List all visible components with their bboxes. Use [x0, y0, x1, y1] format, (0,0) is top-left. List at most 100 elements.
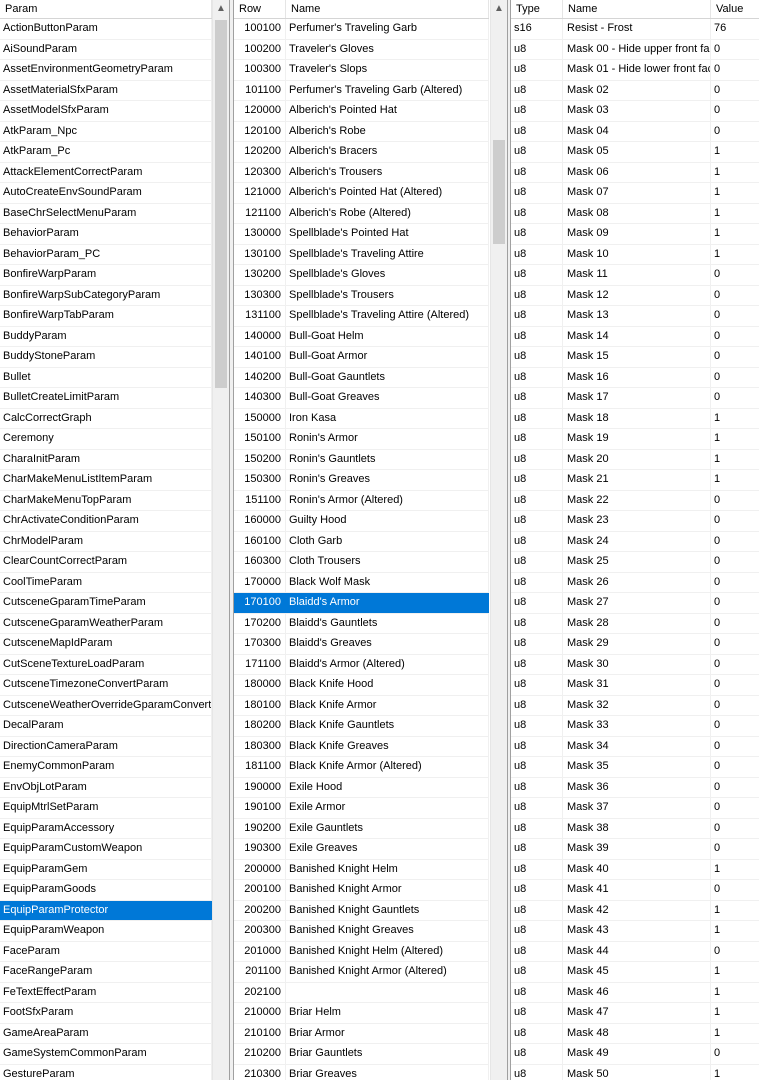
param-list-item[interactable]: ActionButtonParam: [0, 19, 212, 40]
field-value[interactable]: 1: [711, 901, 759, 921]
param-list-item[interactable]: CutsceneWeatherOverrideGparamConvertP...: [0, 695, 212, 716]
param-list-item[interactable]: EquipParamGoods: [0, 880, 212, 901]
param-list-item[interactable]: EquipParamWeapon: [0, 921, 212, 942]
field-value[interactable]: 0: [711, 60, 759, 80]
field-row[interactable]: u8 Mask 41 0: [511, 880, 759, 901]
field-value[interactable]: 0: [711, 40, 759, 60]
param-list-scroll-thumb[interactable]: [215, 20, 227, 388]
field-value[interactable]: 1: [711, 409, 759, 429]
field-value[interactable]: 1: [711, 163, 759, 183]
row-list-item[interactable]: 181100 Black Knife Armor (Altered): [234, 757, 489, 778]
field-value[interactable]: 1: [711, 224, 759, 244]
field-row[interactable]: u8 Mask 02 0: [511, 80, 759, 101]
field-row[interactable]: u8 Mask 23 0: [511, 511, 759, 532]
field-row[interactable]: u8 Mask 39 0: [511, 839, 759, 860]
field-value[interactable]: 0: [711, 347, 759, 367]
param-list-item[interactable]: AttackElementCorrectParam: [0, 162, 212, 183]
row-list-item[interactable]: 180100 Black Knife Armor: [234, 695, 489, 716]
param-list-item[interactable]: EnemyCommonParam: [0, 757, 212, 778]
field-row[interactable]: u8 Mask 27 0: [511, 593, 759, 614]
field-value[interactable]: 0: [711, 655, 759, 675]
value-column-header[interactable]: Value: [711, 0, 759, 18]
field-row[interactable]: u8 Mask 45 1: [511, 962, 759, 983]
row-list-scrollbar[interactable]: ▲: [490, 0, 507, 1080]
field-row[interactable]: u8 Mask 48 1: [511, 1023, 759, 1044]
row-list-item[interactable]: 201100 Banished Knight Armor (Altered): [234, 962, 489, 983]
field-value[interactable]: 0: [711, 388, 759, 408]
param-list-item[interactable]: EquipParamAccessory: [0, 818, 212, 839]
param-list-item[interactable]: EquipParamGem: [0, 859, 212, 880]
row-list-item[interactable]: 130000 Spellblade's Pointed Hat: [234, 224, 489, 245]
row-list-item[interactable]: 170200 Blaidd's Gauntlets: [234, 613, 489, 634]
field-row[interactable]: u8 Mask 28 0: [511, 613, 759, 634]
row-list-item[interactable]: 121000 Alberich's Pointed Hat (Altered): [234, 183, 489, 204]
field-value[interactable]: 0: [711, 81, 759, 101]
field-row[interactable]: u8 Mask 46 1: [511, 982, 759, 1003]
field-value[interactable]: 0: [711, 839, 759, 859]
param-list-item[interactable]: Ceremony: [0, 429, 212, 450]
field-row[interactable]: u8 Mask 10 1: [511, 244, 759, 265]
field-row[interactable]: u8 Mask 07 1: [511, 183, 759, 204]
row-list-item[interactable]: 210300 Briar Greaves: [234, 1064, 489, 1080]
field-row[interactable]: u8 Mask 35 0: [511, 757, 759, 778]
field-value[interactable]: 0: [711, 286, 759, 306]
row-list-item[interactable]: 150200 Ronin's Gauntlets: [234, 449, 489, 470]
row-list-item[interactable]: 200300 Banished Knight Greaves: [234, 921, 489, 942]
field-row[interactable]: u8 Mask 18 1: [511, 408, 759, 429]
param-list-item[interactable]: BehaviorParam_PC: [0, 244, 212, 265]
field-value[interactable]: 0: [711, 798, 759, 818]
param-list-item[interactable]: FeTextEffectParam: [0, 982, 212, 1003]
field-row[interactable]: u8 Mask 05 1: [511, 142, 759, 163]
field-row[interactable]: u8 Mask 37 0: [511, 798, 759, 819]
field-value[interactable]: 0: [711, 880, 759, 900]
row-list-header[interactable]: Row Name: [234, 0, 489, 19]
field-value[interactable]: 0: [711, 306, 759, 326]
param-list-item[interactable]: CharaInitParam: [0, 449, 212, 470]
row-list-item[interactable]: 170000 Black Wolf Mask: [234, 572, 489, 593]
row-list-item[interactable]: 150100 Ronin's Armor: [234, 429, 489, 450]
param-list-item[interactable]: ChrActivateConditionParam: [0, 511, 212, 532]
field-value[interactable]: 1: [711, 142, 759, 162]
field-row[interactable]: u8 Mask 21 1: [511, 470, 759, 491]
param-list-item[interactable]: AtkParam_Npc: [0, 121, 212, 142]
field-row[interactable]: u8 Mask 36 0: [511, 777, 759, 798]
field-value[interactable]: 76: [711, 19, 759, 39]
field-row[interactable]: u8 Mask 31 0: [511, 675, 759, 696]
field-row[interactable]: u8 Mask 30 0: [511, 654, 759, 675]
field-value[interactable]: 0: [711, 491, 759, 511]
field-value[interactable]: 0: [711, 593, 759, 613]
field-value[interactable]: 1: [711, 983, 759, 1003]
field-value[interactable]: 0: [711, 819, 759, 839]
row-list-item[interactable]: 190200 Exile Gauntlets: [234, 818, 489, 839]
param-list-item[interactable]: CharMakeMenuTopParam: [0, 490, 212, 511]
row-list-item[interactable]: 151100 Ronin's Armor (Altered): [234, 490, 489, 511]
field-value[interactable]: 0: [711, 265, 759, 285]
row-list-item[interactable]: 171100 Blaidd's Armor (Altered): [234, 654, 489, 675]
row-list-item[interactable]: 130100 Spellblade's Traveling Attire: [234, 244, 489, 265]
row-list-item[interactable]: 210200 Briar Gauntlets: [234, 1044, 489, 1065]
param-list-item[interactable]: ClearCountCorrectParam: [0, 552, 212, 573]
row-list-item[interactable]: 200200 Banished Knight Gauntlets: [234, 900, 489, 921]
field-row[interactable]: s16 Resist - Frost 76: [511, 19, 759, 40]
row-list-item[interactable]: 170300 Blaidd's Greaves: [234, 634, 489, 655]
field-value[interactable]: 1: [711, 1003, 759, 1023]
field-row[interactable]: u8 Mask 50 1: [511, 1064, 759, 1080]
param-list-item[interactable]: GestureParam: [0, 1064, 212, 1080]
field-row[interactable]: u8 Mask 06 1: [511, 162, 759, 183]
field-value[interactable]: 0: [711, 101, 759, 121]
field-row[interactable]: u8 Mask 15 0: [511, 347, 759, 368]
row-list-item[interactable]: 140300 Bull-Goat Greaves: [234, 388, 489, 409]
row-list-item[interactable]: 100100 Perfumer's Traveling Garb: [234, 19, 489, 40]
field-value[interactable]: 0: [711, 634, 759, 654]
field-value[interactable]: 0: [711, 716, 759, 736]
row-list-item[interactable]: 200000 Banished Knight Helm: [234, 859, 489, 880]
row-list-item[interactable]: 160000 Guilty Hood: [234, 511, 489, 532]
field-value[interactable]: 1: [711, 204, 759, 224]
row-list-item[interactable]: 120300 Alberich's Trousers: [234, 162, 489, 183]
row-list-item[interactable]: 140100 Bull-Goat Armor: [234, 347, 489, 368]
row-list-item[interactable]: 150000 Iron Kasa: [234, 408, 489, 429]
param-list-item[interactable]: BonfireWarpParam: [0, 265, 212, 286]
row-list-item[interactable]: 180300 Black Knife Greaves: [234, 736, 489, 757]
row-list-item[interactable]: 100300 Traveler's Slops: [234, 60, 489, 81]
row-list-item[interactable]: 190300 Exile Greaves: [234, 839, 489, 860]
